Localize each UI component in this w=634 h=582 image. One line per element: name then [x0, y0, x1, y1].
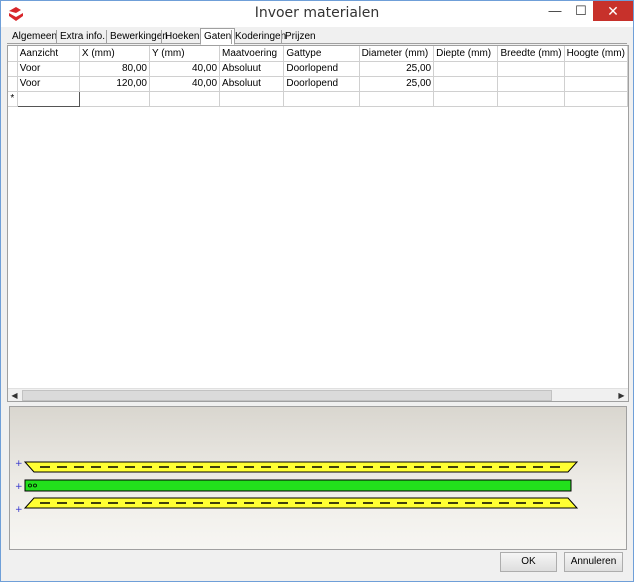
- cell-x[interactable]: 120,00: [79, 76, 150, 92]
- minimize-icon: —: [548, 3, 562, 18]
- tab-algemeen[interactable]: Algemeen: [9, 30, 60, 44]
- column-header-breedte[interactable]: Breedte (mm): [497, 46, 565, 62]
- tab-prijzen[interactable]: Prijzen: [281, 30, 319, 44]
- cell-diepte[interactable]: [433, 76, 499, 92]
- column-header-y[interactable]: Y (mm): [149, 46, 221, 62]
- cell-diameter[interactable]: 25,00: [359, 61, 435, 77]
- cell-maatvoering[interactable]: Absoluut: [219, 76, 285, 92]
- close-icon: ✕: [607, 3, 619, 19]
- scroll-left-icon[interactable]: ◀: [8, 389, 21, 401]
- cell-aanzicht[interactable]: Voor: [17, 76, 80, 92]
- table-row: Voor 120,00 40,00 Absoluut Doorlopend 25…: [8, 76, 628, 92]
- origin-marker-icon: +: [15, 459, 23, 469]
- window-title: Invoer materialen: [254, 5, 380, 21]
- ok-button[interactable]: OK: [500, 552, 557, 572]
- tab-hoeken[interactable]: Hoeken: [161, 30, 202, 44]
- column-header-diepte[interactable]: Diepte (mm): [433, 46, 499, 62]
- cell-diameter[interactable]: 25,00: [359, 76, 435, 92]
- new-row-cell[interactable]: [497, 91, 565, 107]
- cell-x[interactable]: 80,00: [79, 61, 150, 77]
- cancel-button[interactable]: Annuleren: [564, 552, 623, 572]
- cell-maatvoering[interactable]: Absoluut: [219, 61, 285, 77]
- origin-marker-icon: +: [15, 505, 23, 515]
- maximize-button[interactable]: ☐: [568, 1, 594, 21]
- cell-breedte[interactable]: [497, 61, 565, 77]
- column-header-x[interactable]: X (mm): [79, 46, 150, 62]
- new-row-cell[interactable]: [433, 91, 499, 107]
- scroll-right-icon[interactable]: ▶: [615, 389, 628, 401]
- dialog-window: Invoer materialen — ☐ ✕ Algemeen Extra i…: [0, 0, 634, 582]
- holes-table: Aanzicht X (mm) Y (mm) Maatvoering Gatty…: [8, 46, 628, 107]
- new-row-cell[interactable]: [283, 91, 360, 107]
- new-row-cell[interactable]: [219, 91, 285, 107]
- column-header-diameter[interactable]: Diameter (mm): [359, 46, 435, 62]
- cell-y[interactable]: 40,00: [149, 61, 221, 77]
- new-row-cell[interactable]: [79, 91, 150, 107]
- column-header-aanzicht[interactable]: Aanzicht: [17, 46, 80, 62]
- cell-hoogte[interactable]: [564, 61, 628, 77]
- origin-marker-icon: +: [15, 482, 23, 492]
- tab-extra-info[interactable]: Extra info.: [56, 30, 108, 44]
- new-row-cell[interactable]: [359, 91, 435, 107]
- maximize-icon: ☐: [575, 3, 587, 18]
- scrollbar-thumb[interactable]: [22, 390, 552, 401]
- cell-breedte[interactable]: [497, 76, 565, 92]
- new-row-cell[interactable]: [564, 91, 628, 107]
- tab-strip: Algemeen Extra info. Bewerkingen Hoeken …: [7, 28, 627, 45]
- minimize-button[interactable]: —: [542, 1, 568, 21]
- horizontal-scrollbar[interactable]: ◀ ▶: [8, 388, 628, 401]
- cell-gattype[interactable]: Doorlopend: [283, 61, 360, 77]
- row-header[interactable]: [8, 61, 18, 77]
- cell-aanzicht[interactable]: Voor: [17, 61, 80, 77]
- table-header-row: Aanzicht X (mm) Y (mm) Maatvoering Gatty…: [8, 46, 628, 62]
- column-header-hoogte[interactable]: Hoogte (mm): [564, 46, 628, 62]
- column-header-maatvoering[interactable]: Maatvoering: [219, 46, 285, 62]
- new-row-cell[interactable]: [149, 91, 221, 107]
- profile-preview-panel: + + +: [9, 406, 627, 550]
- profile-drawing: + + +: [15, 459, 579, 515]
- cell-hoogte[interactable]: [564, 76, 628, 92]
- new-row-cell-aanzicht[interactable]: [16, 90, 80, 107]
- table-row: Voor 80,00 40,00 Absoluut Doorlopend 25,…: [8, 61, 628, 77]
- new-row-marker[interactable]: *: [8, 91, 18, 107]
- tab-gaten[interactable]: Gaten: [200, 28, 236, 45]
- material-body: [24, 479, 572, 492]
- new-row: *: [8, 90, 628, 107]
- holes-grid-panel: Aanzicht X (mm) Y (mm) Maatvoering Gatty…: [7, 45, 629, 402]
- title-bar: Invoer materialen — ☐ ✕: [1, 1, 633, 27]
- row-header-corner: [8, 46, 18, 62]
- row-header[interactable]: [8, 76, 18, 92]
- cell-diepte[interactable]: [433, 61, 499, 77]
- cell-y[interactable]: 40,00: [149, 76, 221, 92]
- column-header-gattype[interactable]: Gattype: [283, 46, 360, 62]
- close-button[interactable]: ✕: [593, 1, 633, 21]
- cell-gattype[interactable]: Doorlopend: [283, 76, 360, 92]
